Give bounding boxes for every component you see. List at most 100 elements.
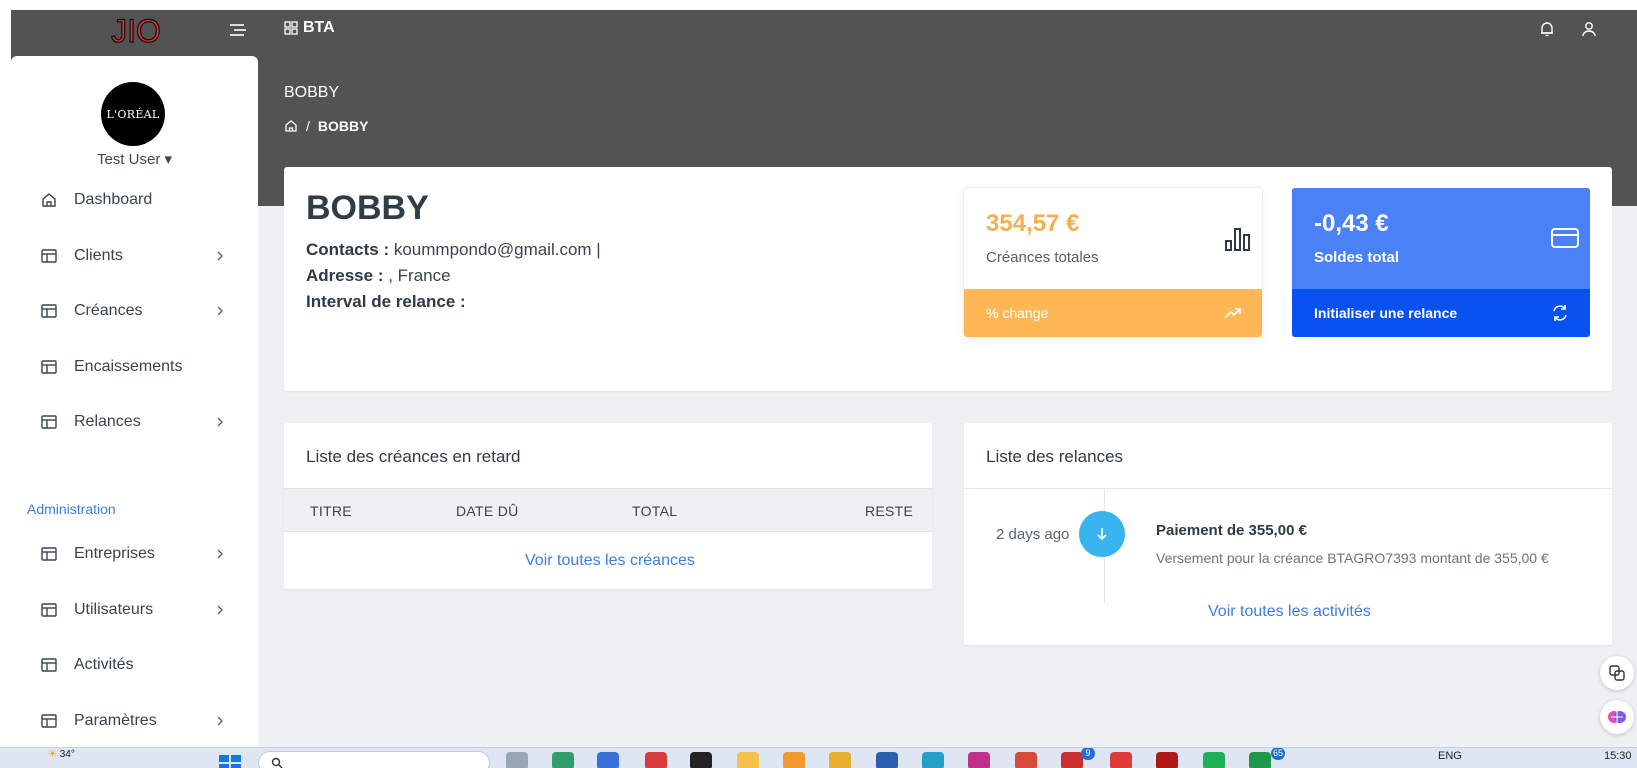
layout-icon xyxy=(40,601,58,619)
taskbar-app-icon[interactable] xyxy=(1015,752,1037,768)
contacts-value: koummpondo@gmail.com | xyxy=(389,240,601,259)
creances-label: Créances totales xyxy=(986,249,1099,266)
stat-creances-card: 354,57 € Créances totales % change xyxy=(964,188,1262,337)
sidebar: L'ORÉAL Test User ▾ Dashboard Clients Cr… xyxy=(11,56,258,747)
grid-icon xyxy=(284,21,298,35)
clock[interactable]: 15:30 xyxy=(1604,750,1632,762)
user-icon[interactable] xyxy=(1580,20,1598,38)
caret-down-icon: ▾ xyxy=(164,151,173,168)
column-header[interactable]: RESTE xyxy=(865,503,913,519)
voir-activites-link[interactable]: Voir toutes les activités xyxy=(1208,603,1371,621)
taskbar-app-icon[interactable] xyxy=(1156,752,1178,768)
app-brand[interactable]: BTA xyxy=(284,19,335,37)
late-creances-card: Liste des créances en retard TITRE DATE … xyxy=(284,423,932,589)
sidebar-item-label: Paramètres xyxy=(74,712,157,729)
language-indicator[interactable]: ENG xyxy=(1438,750,1462,762)
taskbar-app-icon[interactable] xyxy=(968,752,990,768)
taskbar-app-icon[interactable] xyxy=(1203,752,1225,768)
card-divider xyxy=(964,488,1612,489)
layout-icon xyxy=(40,247,58,265)
timeline-title: Paiement de 355,00 € xyxy=(1156,522,1307,539)
sidebar-item-dashboard[interactable]: Dashboard xyxy=(11,178,258,222)
notification-badge: 65 xyxy=(1271,748,1286,760)
search-icon xyxy=(271,757,283,768)
assistant-brain-icon[interactable] xyxy=(1600,700,1634,734)
taskbar-app-icon[interactable] xyxy=(783,752,805,768)
layout-icon xyxy=(40,358,58,376)
address-value: , France xyxy=(383,266,451,285)
client-address: Adresse : , France xyxy=(306,266,451,286)
sidebar-item-utilisateurs[interactable]: Utilisateurs xyxy=(11,588,258,632)
credit-card-icon xyxy=(1550,226,1580,250)
creances-footer-label: % change xyxy=(986,305,1049,321)
soldes-amount: -0,43 € xyxy=(1314,210,1389,237)
timeline-time: 2 days ago xyxy=(996,526,1070,543)
taskbar-app-icon[interactable] xyxy=(552,752,574,768)
home-icon[interactable] xyxy=(284,119,298,133)
voir-creances-link[interactable]: Voir toutes les créances xyxy=(525,552,695,570)
translate-icon[interactable] xyxy=(1600,656,1634,690)
weather-widget[interactable]: ☀ 34° xyxy=(48,749,75,760)
taskbar-app-icon[interactable] xyxy=(597,752,619,768)
sidebar-item-parametres[interactable]: Paramètres xyxy=(11,699,258,743)
sidebar-item-activites[interactable]: Activités xyxy=(11,643,258,687)
soldes-label: Soldes total xyxy=(1314,249,1400,266)
sidebar-item-relances[interactable]: Relances xyxy=(11,400,258,444)
sidebar-item-label: Créances xyxy=(74,302,143,319)
taskbar-app-icon[interactable] xyxy=(876,752,898,768)
interval-label: Interval de relance : xyxy=(306,292,466,311)
breadcrumb-separator: / xyxy=(306,118,310,134)
stat-creances-top: 354,57 € Créances totales xyxy=(964,188,1262,289)
sidebar-item-clients[interactable]: Clients xyxy=(11,234,258,278)
sidebar-item-label: Encaissements xyxy=(74,358,183,375)
notification-badge: 9 xyxy=(1081,748,1095,760)
breadcrumb: / BOBBY xyxy=(284,118,368,134)
sidebar-item-encaissements[interactable]: Encaissements xyxy=(11,345,258,389)
breadcrumb-current: BOBBY xyxy=(317,118,369,134)
user-menu[interactable]: Test User ▾ xyxy=(11,150,258,168)
layout-icon xyxy=(40,413,58,431)
column-header[interactable]: DATE DÛ xyxy=(456,503,519,519)
column-header[interactable]: TITRE xyxy=(310,503,352,519)
sidebar-item-creances[interactable]: Créances xyxy=(11,289,258,333)
initialiser-relance-button[interactable]: Initialiser une relance xyxy=(1292,289,1590,337)
chevron-right-icon xyxy=(214,604,226,616)
taskbar-app-icon[interactable] xyxy=(922,752,944,768)
username-label: Test User xyxy=(96,151,161,168)
taskbar-app-icon[interactable] xyxy=(1061,752,1083,768)
page-title: BOBBY xyxy=(284,84,340,101)
taskbar-app-icon[interactable] xyxy=(645,752,667,768)
creances-amount: 354,57 € xyxy=(986,210,1080,237)
taskbar-app-icon[interactable] xyxy=(1249,752,1271,768)
windows-start-icon[interactable] xyxy=(218,753,242,768)
sidebar-item-label: Relances xyxy=(74,413,141,430)
bell-icon[interactable] xyxy=(1538,20,1556,38)
layout-icon xyxy=(40,302,58,320)
jio-logo[interactable]: JIO xyxy=(108,12,164,48)
client-profile-card: BOBBY Contacts : koummpondo@gmail.com | … xyxy=(284,167,1612,391)
refresh-icon xyxy=(1550,303,1570,323)
sidebar-item-label: Entreprises xyxy=(74,545,155,562)
menu-toggle-icon[interactable] xyxy=(228,20,248,40)
chevron-right-icon xyxy=(214,715,226,727)
taskbar-app-icon[interactable] xyxy=(737,752,759,768)
svg-text:JIO: JIO xyxy=(111,13,161,48)
client-interval: Interval de relance : xyxy=(306,292,466,312)
chevron-right-icon xyxy=(214,305,226,317)
taskbar-search[interactable] xyxy=(258,751,490,768)
creances-change-button[interactable]: % change xyxy=(964,289,1262,337)
company-avatar[interactable]: L'ORÉAL xyxy=(101,82,165,146)
taskbar-app-icon[interactable] xyxy=(690,752,712,768)
layout-icon xyxy=(40,656,58,674)
relances-card: Liste des relances 2 days ago Paiement d… xyxy=(964,423,1612,645)
sidebar-item-entreprises[interactable]: Entreprises xyxy=(11,532,258,576)
address-label: Adresse : xyxy=(306,266,384,285)
taskbar-app-icon[interactable] xyxy=(506,752,528,768)
layout-icon xyxy=(40,712,58,730)
column-header[interactable]: TOTAL xyxy=(632,503,677,519)
relances-title: Liste des relances xyxy=(986,447,1124,466)
late-creances-table-header: TITRE DATE DÛ TOTAL RESTE xyxy=(284,488,932,532)
brand-label: BTA xyxy=(303,19,335,36)
taskbar-app-icon[interactable] xyxy=(1110,752,1132,768)
taskbar-app-icon[interactable] xyxy=(829,752,851,768)
